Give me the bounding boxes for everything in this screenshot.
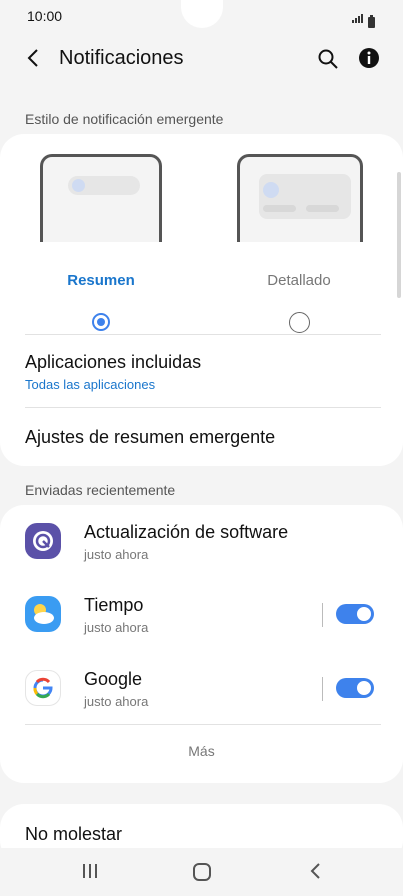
app-name: Google <box>84 669 143 689</box>
style-option-label: Detallado <box>267 272 331 289</box>
back-button[interactable] <box>22 46 46 70</box>
included-apps-title: Aplicaciones incluidas <box>25 352 202 372</box>
back-icon <box>310 863 320 879</box>
app-time: justo ahora <box>84 694 149 709</box>
section-label-recent: Enviadas recientemente <box>25 482 176 498</box>
included-apps-subtitle: Todas las aplicaciones <box>25 377 156 392</box>
summary-settings-title: Ajustes de resumen emergente <box>25 427 276 447</box>
detailed-preview <box>237 154 363 242</box>
preview-bar <box>306 205 339 212</box>
recents-icon <box>83 864 97 878</box>
do-not-disturb-row[interactable]: No molestar <box>0 804 403 848</box>
signal-icon <box>352 10 364 28</box>
weather-icon <box>25 596 61 632</box>
separator <box>322 677 323 701</box>
navigation-bar <box>0 848 403 896</box>
home-button[interactable] <box>190 860 214 884</box>
app-name: Actualización de software <box>84 522 289 542</box>
google-icon <box>25 670 61 706</box>
status-icons <box>352 10 375 28</box>
radio-detailed[interactable] <box>289 312 310 333</box>
style-option-label: Resumen <box>67 272 135 289</box>
page-title: Notificaciones <box>59 47 184 69</box>
list-item-weather[interactable]: Tiempo justo ahora <box>0 587 403 645</box>
style-option-detailed[interactable]: Detallado <box>228 152 370 333</box>
scrollbar[interactable] <box>397 172 401 298</box>
more-button[interactable]: Más <box>0 733 403 769</box>
preview-dot <box>72 179 85 192</box>
search-button[interactable] <box>316 47 340 71</box>
battery-icon <box>368 15 375 28</box>
software-update-icon <box>25 523 61 559</box>
summary-preview <box>40 154 162 242</box>
section-label-popup-style: Estilo de notificación emergente <box>25 111 224 127</box>
search-icon <box>318 49 338 69</box>
app-time: justo ahora <box>84 620 149 635</box>
info-button[interactable] <box>357 46 381 70</box>
weather-toggle[interactable] <box>336 604 374 624</box>
list-item-software-update[interactable]: Actualización de software justo ahora <box>0 513 403 571</box>
preview-dot <box>263 182 279 198</box>
radio-summary[interactable] <box>92 313 110 331</box>
style-option-summary[interactable]: Resumen <box>30 152 172 331</box>
popup-style-card: Resumen Detallado Aplicaciones incluidas… <box>0 134 403 466</box>
google-toggle[interactable] <box>336 678 374 698</box>
app-time: justo ahora <box>84 547 149 562</box>
separator <box>322 603 323 627</box>
back-nav-button[interactable] <box>306 860 326 882</box>
chevron-left-icon <box>27 49 38 67</box>
recent-apps-button[interactable] <box>80 860 100 882</box>
divider <box>25 724 381 725</box>
camera-notch <box>181 0 223 28</box>
preview-bar <box>263 205 296 212</box>
home-icon <box>193 863 211 881</box>
summary-settings-row[interactable]: Ajustes de resumen emergente <box>0 408 403 466</box>
included-apps-row[interactable]: Aplicaciones incluidas Todas las aplicac… <box>0 335 403 407</box>
status-time: 10:00 <box>27 8 63 24</box>
app-name: Tiempo <box>84 595 144 615</box>
info-icon <box>359 48 379 68</box>
list-item-google[interactable]: Google justo ahora <box>0 660 403 718</box>
do-not-disturb-title: No molestar <box>25 824 123 844</box>
recent-apps-card: Actualización de software justo ahora Ti… <box>0 505 403 783</box>
